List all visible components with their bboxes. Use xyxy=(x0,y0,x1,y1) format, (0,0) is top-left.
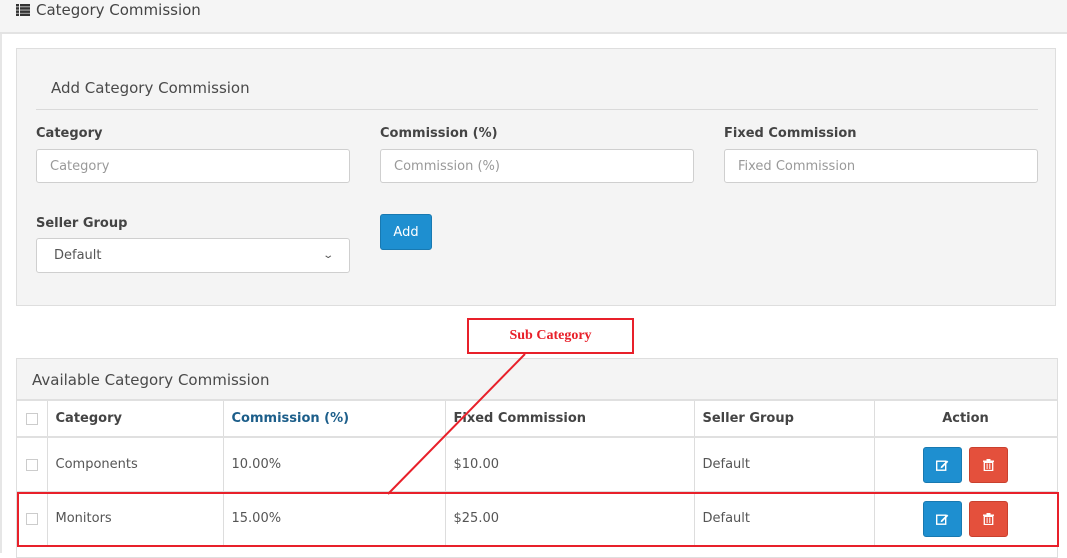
column-header-fixed-commission[interactable]: Fixed Commission xyxy=(445,401,695,438)
commission-cell: 10.00% xyxy=(223,437,446,492)
column-header-seller-group[interactable]: Seller Group xyxy=(694,401,875,438)
edit-button[interactable] xyxy=(923,500,963,537)
trash-icon xyxy=(982,512,994,525)
action-cell xyxy=(874,491,1058,546)
column-header-commission[interactable]: Commission (%) xyxy=(223,401,446,438)
chevron-down-icon: ⌄ xyxy=(321,250,334,261)
delete-button[interactable] xyxy=(968,446,1008,483)
content-border xyxy=(0,34,2,553)
seller-group-selected: Default xyxy=(54,248,102,263)
edit-button[interactable] xyxy=(923,446,963,483)
column-header-action: Action xyxy=(874,401,1058,438)
commission-cell: 15.00% xyxy=(223,491,446,546)
fixed-commission-cell: $25.00 xyxy=(445,491,695,546)
add-button[interactable]: Add xyxy=(380,214,432,250)
commission-table: Category Commission (%) Fixed Commission… xyxy=(17,401,1058,546)
category-cell: Monitors xyxy=(47,491,224,546)
commission-percent-input[interactable] xyxy=(380,149,694,183)
fixed-commission-label: Fixed Commission xyxy=(724,126,857,141)
fixed-commission-cell: $10.00 xyxy=(445,437,695,492)
row-select-cell xyxy=(17,437,48,492)
seller-group-cell: Default xyxy=(694,491,875,546)
table-header-row: Category Commission (%) Fixed Commission… xyxy=(17,401,1058,438)
seller-group-label: Seller Group xyxy=(36,216,128,231)
commission-percent-label: Commission (%) xyxy=(380,126,498,141)
select-all-cell xyxy=(17,401,48,438)
row-select-cell xyxy=(17,491,48,546)
select-all-checkbox[interactable] xyxy=(25,412,38,425)
annotation-callout: Sub Category xyxy=(467,318,634,354)
annotation-label: Sub Category xyxy=(509,328,592,343)
page-title-text: Category Commission xyxy=(36,1,201,19)
table-panel-heading: Available Category Commission xyxy=(17,359,1057,401)
table-panel-title: Available Category Commission xyxy=(32,371,270,389)
edit-icon xyxy=(936,460,949,471)
category-input[interactable] xyxy=(36,149,350,183)
category-label: Category xyxy=(36,126,103,141)
add-commission-panel: Add Category Commission Category Commiss… xyxy=(16,48,1056,306)
add-panel-title: Add Category Commission xyxy=(51,79,250,97)
fixed-commission-input[interactable] xyxy=(724,149,1038,183)
row-checkbox[interactable] xyxy=(25,512,38,525)
trash-icon xyxy=(982,458,994,471)
category-cell: Components xyxy=(47,437,224,492)
list-icon xyxy=(16,4,30,16)
delete-button[interactable] xyxy=(968,500,1008,537)
seller-group-select[interactable]: Default ⌄ xyxy=(36,238,350,273)
row-checkbox[interactable] xyxy=(25,458,38,471)
page-title: Category Commission xyxy=(16,0,201,20)
column-header-category[interactable]: Category xyxy=(47,401,224,438)
commission-table-panel: Available Category Commission Category C… xyxy=(16,358,1058,558)
add-panel-heading: Add Category Commission xyxy=(36,69,1038,110)
page-header: Category Commission xyxy=(0,0,1067,34)
action-cell xyxy=(874,437,1058,492)
table-row: Components 10.00% $10.00 Default xyxy=(17,437,1058,492)
seller-group-cell: Default xyxy=(694,437,875,492)
edit-icon xyxy=(936,514,949,525)
table-row: Monitors 15.00% $25.00 Default xyxy=(17,491,1058,546)
